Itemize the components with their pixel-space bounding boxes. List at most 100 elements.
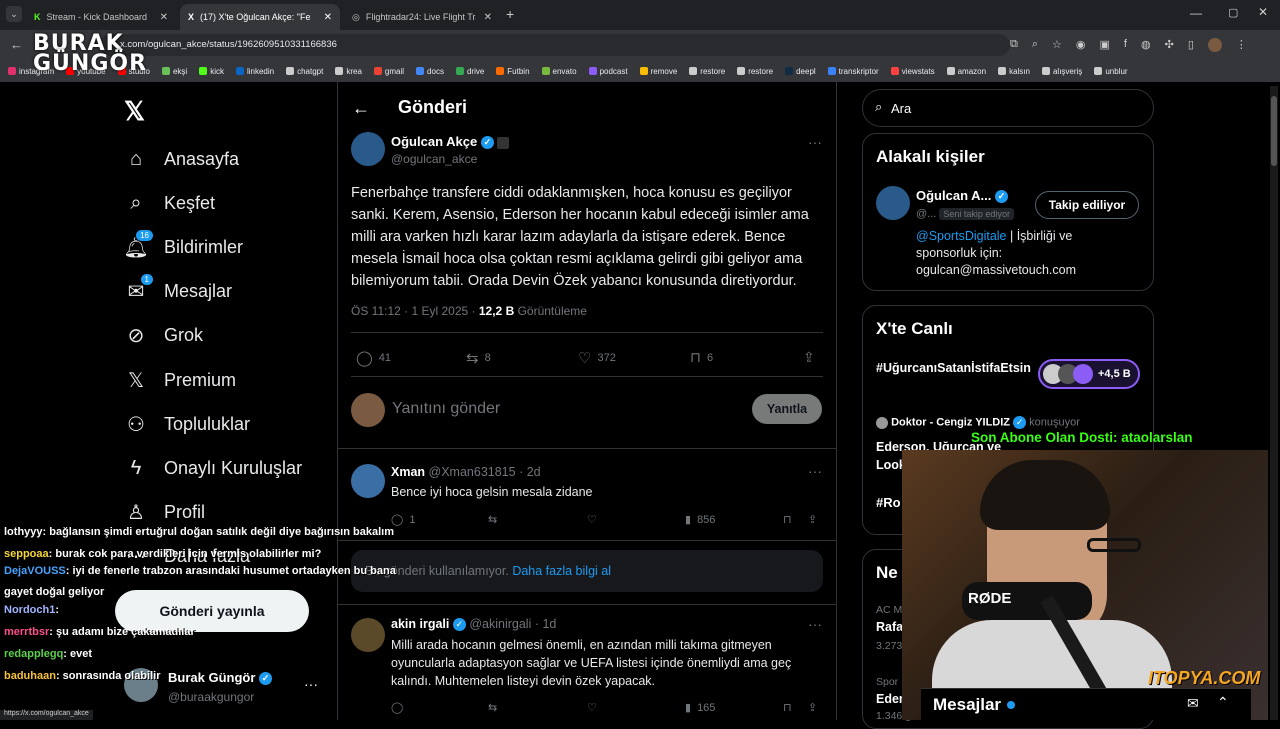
new-tab-button[interactable]: +	[506, 6, 514, 22]
reply-button[interactable]: Yanıtla	[752, 394, 822, 424]
reply-share-action[interactable]: ⇪	[808, 513, 817, 526]
camera-icon[interactable]: ◍	[1141, 38, 1151, 52]
reply-more-icon[interactable]: ···	[808, 463, 822, 479]
news-title[interactable]: Rafa	[876, 620, 903, 634]
like-action[interactable]: ♡ 372	[578, 349, 616, 367]
bookmark-item[interactable]: kalsın	[998, 67, 1030, 76]
zoom-icon[interactable]: ⌕	[1032, 38, 1038, 52]
bookmark-item[interactable]: docs	[416, 67, 444, 76]
related-avatar[interactable]	[876, 186, 910, 220]
learn-more-link[interactable]: Daha fazla bilgi al	[512, 564, 611, 578]
following-button[interactable]: Takip ediliyor	[1035, 191, 1139, 219]
bookmark-item[interactable]: transkriptor	[827, 67, 879, 76]
live-topic[interactable]: #Ro	[876, 495, 901, 510]
bookmark-item[interactable]: podcast	[588, 67, 628, 76]
puzzle-icon[interactable]: ✣	[1165, 38, 1174, 52]
close-tab-icon[interactable]: ✕	[484, 12, 492, 23]
close-window-button[interactable]: ✕	[1258, 5, 1268, 19]
nav-item-7[interactable]: ϟ Onaylı Kuruluşlar	[124, 453, 302, 483]
tab-x[interactable]: X (17) X'te Oğulcan Akçe: "Fenerb ✕	[180, 4, 340, 30]
tweet-more-icon[interactable]: ···	[808, 134, 822, 150]
bookmark-item[interactable]: gmail	[373, 67, 404, 76]
nav-item-4[interactable]: ⊘ Grok	[124, 320, 203, 350]
author-name[interactable]: Oğulcan Akçe	[391, 134, 477, 149]
scrollbar-thumb[interactable]	[1271, 96, 1277, 166]
close-tab-icon[interactable]: ✕	[324, 12, 332, 23]
reply-retweet-action[interactable]: ⇆	[488, 701, 497, 714]
reply-views-action[interactable]: ▮ 165	[685, 701, 715, 715]
tab-search-button[interactable]: ⌄	[6, 6, 22, 22]
nav-item-6[interactable]: ⚇ Topluluklar	[124, 409, 250, 439]
bio-mention-link[interactable]: @SportsDigitale	[916, 229, 1007, 243]
reply-reply-action[interactable]: ◯ 1	[391, 513, 415, 527]
live-host[interactable]: Doktor - Cengiz YILDIZ	[891, 416, 1010, 428]
bookmark-item[interactable]: viewstats	[890, 67, 935, 76]
bookmark-item[interactable]: deepl	[785, 67, 816, 76]
live-topic[interactable]: #UğurcanıSatanİstifaEtsin	[876, 360, 1031, 377]
tweet-timestamp[interactable]: ÖS 11:12 · 1 Eyl 2025	[351, 304, 468, 318]
profile-avatar[interactable]	[1207, 38, 1222, 52]
reply-avatar[interactable]	[351, 464, 385, 498]
bookmark-item[interactable]: remove	[639, 67, 677, 76]
nav-item-1[interactable]: ⌕ Keşfet	[124, 188, 215, 218]
star-icon[interactable]: ☆	[1052, 38, 1062, 52]
nav-item-5[interactable]: 𝕏 Premium	[124, 365, 236, 395]
x-logo[interactable]: 𝕏	[124, 96, 145, 127]
reply-share-action[interactable]: ⇪	[808, 701, 817, 714]
bookmark-action[interactable]: ⊓ 6	[690, 349, 713, 366]
reply-handle[interactable]: @akinirgali	[469, 617, 531, 631]
scrollbar[interactable]	[1270, 86, 1278, 720]
reply-input[interactable]: Yanıtını gönder	[392, 400, 500, 418]
sidebar-icon[interactable]: ▯	[1188, 38, 1194, 52]
reply-retweet-action[interactable]: ⇆	[488, 513, 497, 526]
bookmark-item[interactable]: unblur	[1094, 67, 1128, 76]
bookmark-item[interactable]: envato	[541, 67, 577, 76]
bookmark-item[interactable]: kick	[199, 67, 224, 76]
reply-time[interactable]: 2d	[527, 465, 541, 479]
reply-reply-action[interactable]: ◯	[391, 701, 403, 714]
reply-bookmark-action[interactable]: ⊓	[783, 701, 792, 714]
reply-handle[interactable]: @Xman631815	[429, 465, 516, 479]
bookmark-item[interactable]: chatgpt	[286, 67, 323, 76]
author-avatar[interactable]	[351, 132, 385, 166]
bookmark-item[interactable]: amazon	[946, 67, 986, 76]
reply-avatar[interactable]	[351, 618, 385, 652]
cast-icon[interactable]: ⧉	[1010, 38, 1018, 52]
live-listeners-pill[interactable]: +4,5 B	[1038, 359, 1140, 389]
bookmark-item[interactable]: restore	[737, 67, 773, 76]
search-box[interactable]: ⌕ Ara	[862, 89, 1154, 127]
back-icon[interactable]: ←	[10, 37, 23, 52]
url-bar[interactable]: x.com/ogulcan_akce/status/19626095103311…	[100, 34, 1010, 56]
messages-dock[interactable]: Mesajlar ✉ ⌃	[921, 688, 1251, 720]
menu-icon[interactable]: ⋮	[1236, 38, 1247, 52]
tab-flightradar[interactable]: ◎ Flightradar24: Live Flight Track ✕	[344, 4, 500, 30]
extension-icon[interactable]: ◉	[1076, 38, 1086, 52]
maximize-button[interactable]: ▢	[1228, 6, 1238, 19]
bookmark-item[interactable]: Futbin	[496, 67, 530, 76]
bookmark-item[interactable]: restore	[689, 67, 725, 76]
screenshot-icon[interactable]: ▣	[1100, 38, 1110, 52]
back-arrow-icon[interactable]: ←	[352, 98, 370, 119]
retweet-action[interactable]: ⇆ 8	[466, 349, 491, 367]
reply-like-action[interactable]: ♡	[587, 513, 597, 526]
bookmark-item[interactable]: linkedin	[235, 67, 274, 76]
share-action[interactable]: ⇪	[803, 349, 815, 366]
reply-views-action[interactable]: ▮ 856	[685, 513, 715, 527]
related-name[interactable]: Oğulcan A...	[916, 188, 991, 203]
nav-item-2[interactable]: 🔔︎ 16 Bildirimler	[123, 229, 243, 262]
font-icon[interactable]: f	[1124, 38, 1127, 52]
close-tab-icon[interactable]: ✕	[160, 12, 168, 23]
reply-bookmark-action[interactable]: ⊓	[783, 513, 792, 526]
expand-icon[interactable]: ⌃	[1217, 694, 1229, 711]
new-message-icon[interactable]: ✉	[1187, 695, 1199, 712]
reply-more-icon[interactable]: ···	[808, 616, 822, 632]
reply-action[interactable]: ◯ 41	[356, 349, 391, 367]
tab-kick[interactable]: K Stream - Kick Dashboard ✕	[26, 4, 176, 30]
bookmark-item[interactable]: ekşi	[161, 67, 187, 76]
more-icon[interactable]: ···	[304, 676, 318, 692]
bookmark-item[interactable]: krea	[335, 67, 362, 76]
author-handle[interactable]: @ogulcan_akce	[391, 152, 477, 166]
reply-author[interactable]: Xman	[391, 465, 425, 479]
nav-item-0[interactable]: ⌂ Anasayfa	[124, 144, 239, 174]
nav-item-8[interactable]: ♙ Profil	[124, 497, 205, 527]
